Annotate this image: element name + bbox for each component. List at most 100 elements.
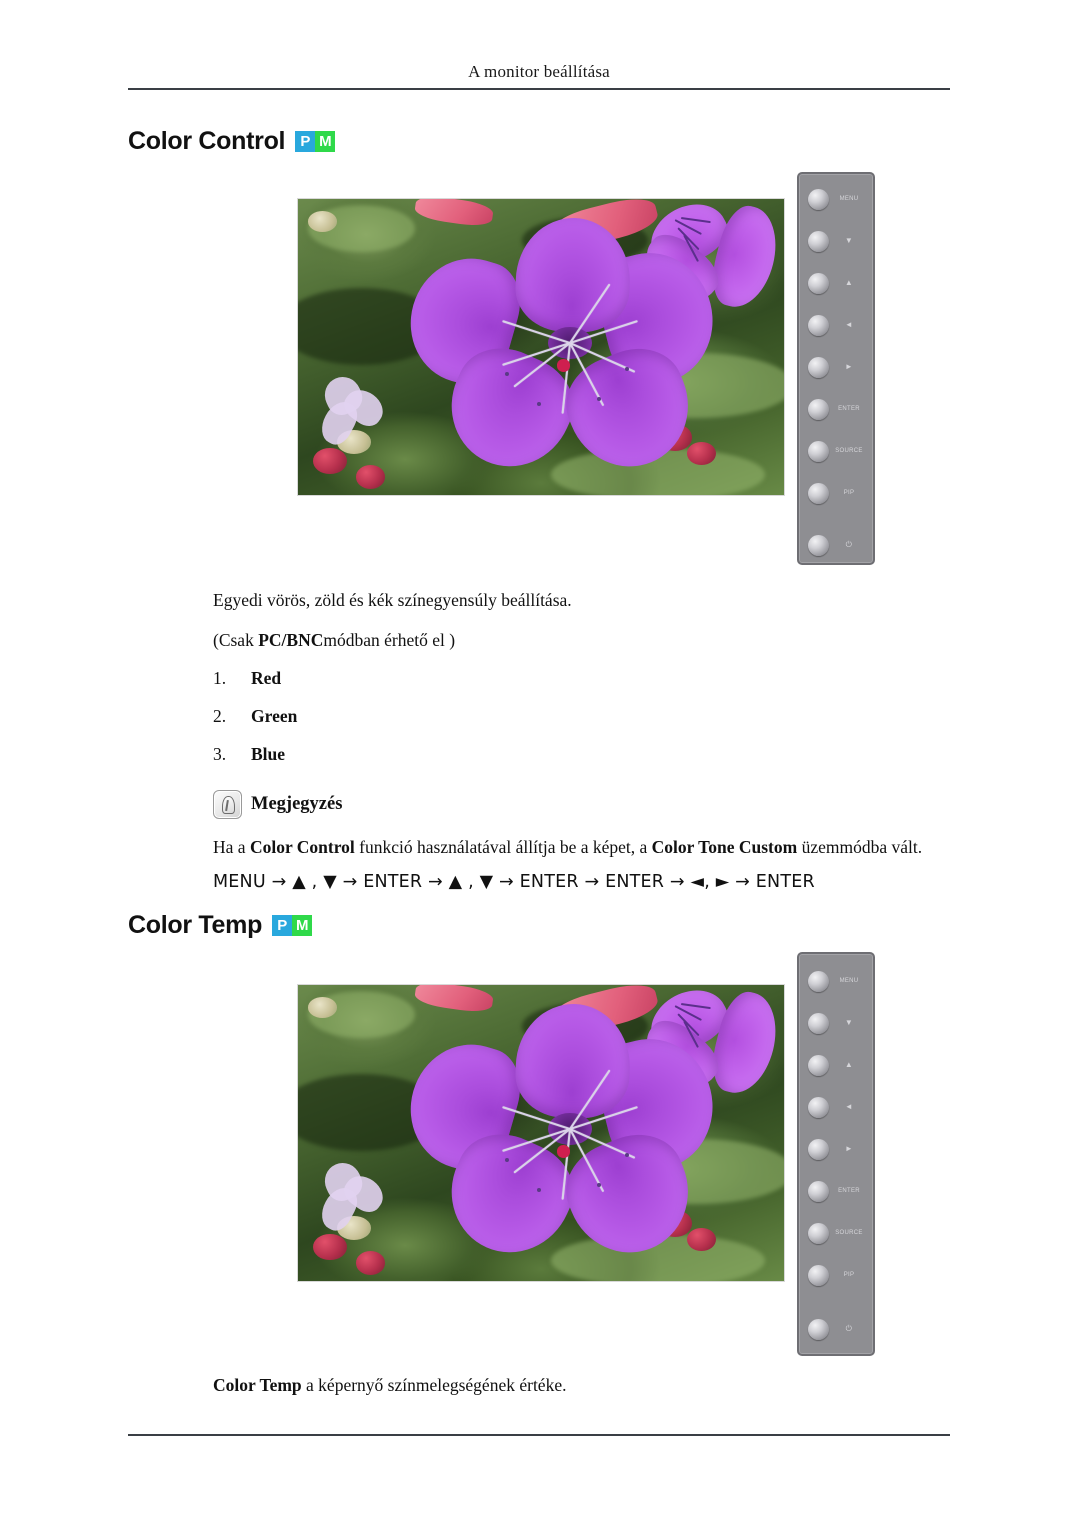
note-body-part1: Ha a — [213, 837, 250, 857]
down-arrow-icon: ▼ — [844, 1018, 854, 1027]
pip-button[interactable]: PIP — [799, 1256, 873, 1294]
menu-path: MENU → ▲ , ▼ → ENTER → ▲ , ▼ → ENTER → E… — [213, 872, 815, 892]
section-heading-color-temp: Color Temp P M — [128, 911, 313, 940]
pip-button-knob[interactable] — [808, 482, 829, 504]
color-control-availability: (Csak PC/BNCmódban érhető el ) — [213, 630, 455, 652]
down-arrow-icon: ▼ — [844, 236, 854, 245]
list-item-index: 1. — [213, 668, 227, 688]
power-button-knob[interactable] — [808, 1318, 829, 1340]
pc-mode-badge: P — [295, 131, 316, 152]
left-button[interactable]: ◄ — [799, 306, 873, 344]
power-button-knob[interactable] — [808, 534, 829, 556]
list-item: 1. Red — [213, 668, 297, 706]
power-icon: ⏻ — [845, 1324, 853, 1333]
screen-image-color-temp — [297, 984, 785, 1282]
source-button[interactable]: SOURCE — [799, 1214, 873, 1252]
pip-button-knob[interactable] — [808, 1264, 829, 1286]
main-flower — [396, 215, 727, 486]
note-header: Megjegyzés — [213, 790, 342, 819]
power-icon: ⏻ — [845, 540, 853, 549]
header-rule — [128, 88, 950, 90]
small-flower — [315, 1156, 395, 1235]
mode-badge: M — [315, 131, 336, 152]
running-header: A monitor beállítása — [468, 62, 610, 81]
list-item: 3. Blue — [213, 744, 297, 782]
monitor-control-panel: MENU ▼ ▲ ◄ ► ENTER SOURCE PIP ⏻ — [797, 172, 875, 565]
screen-image-color-control — [297, 198, 785, 496]
right-button-knob[interactable] — [808, 1138, 829, 1160]
list-item-index: 2. — [213, 706, 227, 726]
right-button[interactable]: ► — [799, 1130, 873, 1168]
up-arrow-icon: ▲ — [844, 1060, 854, 1069]
up-button[interactable]: ▲ — [799, 264, 873, 302]
list-item-label-blue: Blue — [251, 744, 286, 764]
note-body-bold1: Color Control — [249, 837, 355, 857]
menu-button-label: MENU — [839, 978, 859, 984]
list-item-label-green: Green — [251, 706, 298, 726]
main-flower — [396, 1001, 727, 1272]
menu-button-label: MENU — [839, 196, 859, 202]
down-button[interactable]: ▼ — [799, 222, 873, 260]
source-button[interactable]: SOURCE — [799, 432, 873, 470]
up-button-knob[interactable] — [808, 1054, 829, 1076]
pip-button[interactable]: PIP — [799, 474, 873, 512]
enter-button[interactable]: ENTER — [799, 390, 873, 428]
power-button[interactable]: ⏻ — [799, 526, 873, 564]
left-button[interactable]: ◄ — [799, 1088, 873, 1126]
section-heading-color-control: Color Control P M — [128, 127, 336, 156]
left-button-knob[interactable] — [808, 1096, 829, 1118]
source-button-knob[interactable] — [808, 1222, 829, 1244]
menu-button[interactable]: MENU — [799, 180, 873, 218]
availability-suffix: módban érhető el ) — [323, 630, 456, 650]
up-button[interactable]: ▲ — [799, 1046, 873, 1084]
note-body: Ha a Color Control funkció használatával… — [213, 837, 973, 859]
down-button-knob[interactable] — [808, 230, 829, 252]
note-body-part3: üzemmódba vált. — [797, 837, 923, 857]
color-temp-caption: Color Temp a képernyő színmelegségének é… — [213, 1375, 566, 1397]
page-title-color-control: Color Control — [128, 127, 286, 155]
footer-rule — [128, 1434, 950, 1436]
list-item: 2. Green — [213, 706, 297, 744]
availability-mode: PC/BNC — [258, 630, 324, 650]
small-flower — [315, 370, 395, 449]
color-temp-caption-bold: Color Temp — [213, 1375, 302, 1395]
menu-button[interactable]: MENU — [799, 962, 873, 1000]
right-button-knob[interactable] — [808, 356, 829, 378]
down-button-knob[interactable] — [808, 1012, 829, 1034]
left-arrow-icon: ◄ — [844, 320, 854, 329]
note-title: Megjegyzés — [251, 794, 343, 814]
note-hand-icon — [213, 790, 242, 819]
flower-photo — [298, 985, 784, 1281]
note-body-part2: funkció használatával állítja be a képet… — [354, 837, 652, 857]
pip-button-label: PIP — [843, 1272, 855, 1278]
enter-button-knob[interactable] — [808, 398, 829, 420]
list-item-index: 3. — [213, 744, 227, 764]
monitor-control-panel: MENU ▼ ▲ ◄ ► ENTER SOURCE PIP ⏻ — [797, 952, 875, 1356]
source-button-label: SOURCE — [835, 1230, 863, 1236]
list-item-label-red: Red — [251, 668, 282, 688]
pc-mode-badge: P — [272, 915, 293, 936]
mode-badge: M — [292, 915, 313, 936]
color-control-description: Egyedi vörös, zöld és kék színegyensúly … — [213, 590, 572, 610]
page-title-color-temp: Color Temp — [128, 911, 263, 939]
source-button-knob[interactable] — [808, 440, 829, 462]
up-button-knob[interactable] — [808, 272, 829, 294]
color-temp-caption-rest: a képernyő színmelegségének értéke. — [301, 1375, 567, 1395]
left-button-knob[interactable] — [808, 314, 829, 336]
enter-button-label: ENTER — [838, 406, 860, 412]
availability-prefix: (Csak — [213, 630, 259, 650]
flower-photo — [298, 199, 784, 495]
power-button[interactable]: ⏻ — [799, 1310, 873, 1348]
enter-button-knob[interactable] — [808, 1180, 829, 1202]
enter-button[interactable]: ENTER — [799, 1172, 873, 1210]
note-body-bold2: Color Tone Custom — [651, 837, 798, 857]
mode-badges-color-control: P M — [295, 131, 336, 152]
menu-button-knob[interactable] — [808, 970, 829, 992]
color-control-item-list: 1. Red 2. Green 3. Blue — [213, 668, 297, 782]
down-button[interactable]: ▼ — [799, 1004, 873, 1042]
right-button[interactable]: ► — [799, 348, 873, 386]
pip-button-label: PIP — [843, 490, 855, 496]
menu-button-knob[interactable] — [808, 188, 829, 210]
document-page: A monitor beállítása Color Control P M M… — [0, 0, 1080, 1527]
up-arrow-icon: ▲ — [844, 278, 854, 287]
